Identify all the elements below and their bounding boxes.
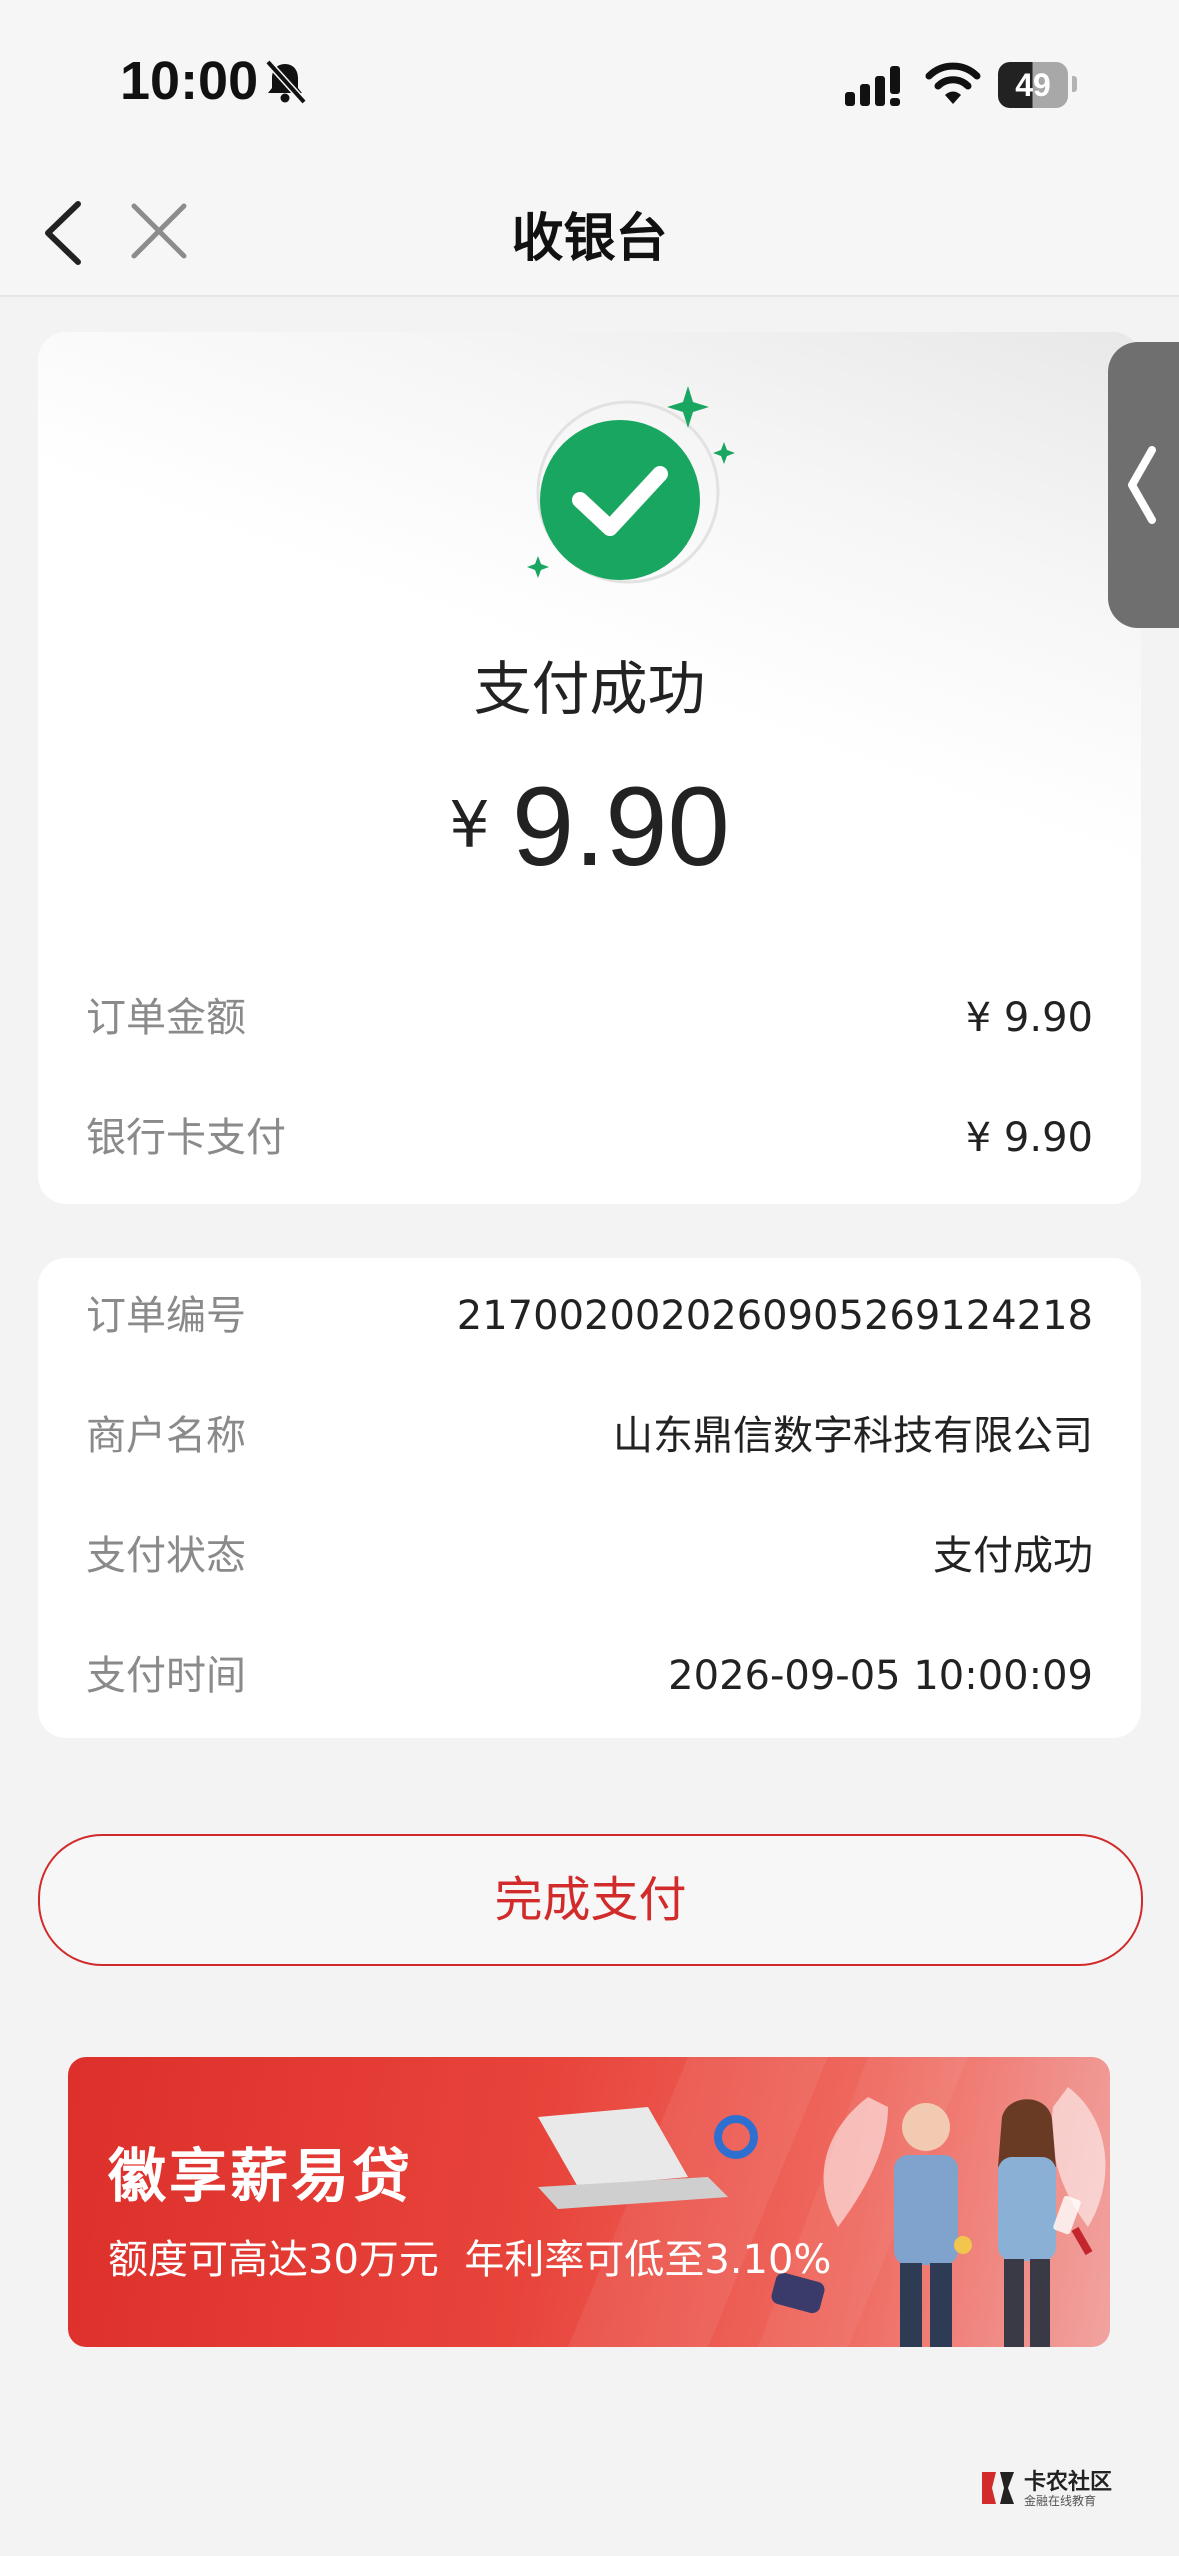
cellular-signal-icon: [845, 66, 900, 106]
status-time: 10:00: [120, 51, 259, 111]
page-title: 收银台: [511, 209, 668, 269]
detail-row-merchant: 商户名称 山东鼎信数字科技有限公司: [86, 1406, 1093, 1466]
status-bar: 10:00 49: [0, 0, 1179, 170]
wifi-icon: [925, 62, 981, 104]
side-drawer-handle[interactable]: [1108, 342, 1179, 628]
chevron-left-icon: [1128, 446, 1156, 524]
battery-indicator: 49: [998, 62, 1068, 108]
battery-tip: [1072, 76, 1077, 92]
currency-symbol: ¥: [449, 789, 490, 863]
promo-banner[interactable]: 徽享薪易贷 额度可高达30万元 年利率可低至3.10%: [68, 2057, 1110, 2347]
detail-row-order-number: 订单编号 2170020020260905269124218: [86, 1286, 1093, 1346]
row-value: ¥ 9.90: [965, 1115, 1093, 1161]
order-details-card: 订单编号 2170020020260905269124218 商户名称 山东鼎信…: [38, 1258, 1141, 1738]
summary-row-order-amount: 订单金额 ¥ 9.90: [86, 988, 1093, 1048]
banner-title: 徽享薪易贷: [108, 2142, 414, 2210]
row-label: 商户名称: [86, 1413, 246, 1459]
bell-muted-icon: [265, 59, 307, 105]
complete-payment-button[interactable]: 完成支付: [38, 1834, 1143, 1966]
payment-amount: ¥9.90: [38, 762, 1141, 891]
payment-status-title: 支付成功: [473, 655, 706, 723]
row-label: 支付状态: [86, 1533, 246, 1579]
payment-result-card: 支付成功 ¥9.90 订单金额 ¥ 9.90 银行卡支付 ¥ 9.90: [38, 332, 1141, 1204]
watermark-subtitle: 金融在线教育: [1024, 2494, 1097, 2508]
row-value: 支付成功: [933, 1533, 1093, 1579]
amount-value: 9.90: [511, 764, 730, 889]
nav-bar: 收银台: [0, 170, 1179, 297]
banner-subtitle: 额度可高达30万元 年利率可低至3.10%: [108, 2237, 832, 2283]
watermark-logo-icon: [982, 2472, 1014, 2504]
row-label: 订单编号: [86, 1293, 246, 1339]
detail-row-status: 支付状态 支付成功: [86, 1526, 1093, 1586]
row-label: 银行卡支付: [86, 1115, 286, 1161]
success-check-icon: [527, 386, 735, 584]
row-label: 订单金额: [86, 995, 246, 1041]
row-value: 2026-09-05 10:00:09: [668, 1653, 1093, 1699]
row-label: 支付时间: [86, 1653, 246, 1699]
row-value: 山东鼎信数字科技有限公司: [613, 1413, 1093, 1459]
detail-row-time: 支付时间 2026-09-05 10:00:09: [86, 1646, 1093, 1706]
summary-row-bank-card: 银行卡支付 ¥ 9.90: [86, 1108, 1093, 1168]
row-value: 2170020020260905269124218: [456, 1293, 1093, 1339]
watermark: 卡农社区 金融在线教育: [978, 2464, 1128, 2512]
row-value: ¥ 9.90: [965, 995, 1093, 1041]
